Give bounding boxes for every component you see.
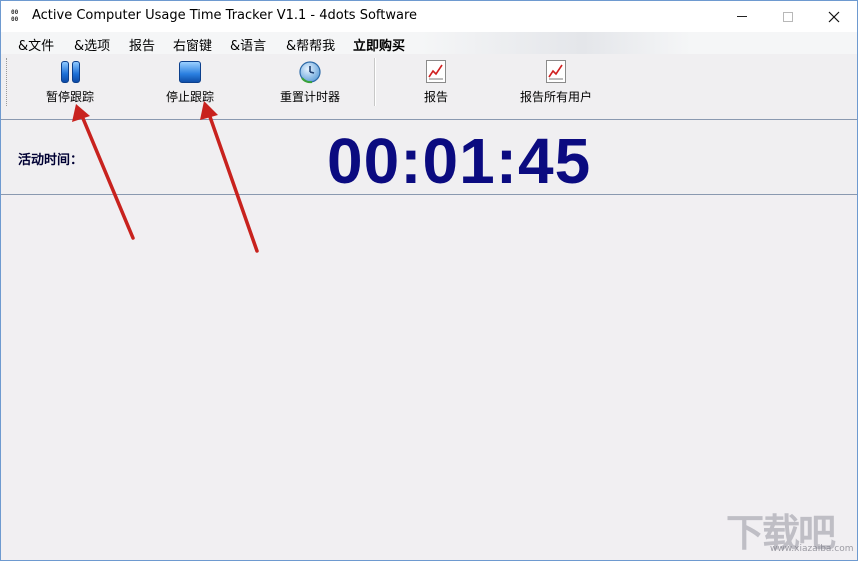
report-all-users-label: 报告所有用户 (519, 90, 592, 104)
toolbar-divider (1, 119, 857, 120)
minimize-icon (737, 16, 747, 17)
report-button[interactable]: 报告 (376, 60, 496, 106)
reset-timer-label: 重置计时器 (279, 90, 340, 104)
window-title: Active Computer Usage Time Tracker V1.1 … (32, 8, 418, 23)
timer-panel: 活动时间： 00:01:45 (1, 121, 857, 197)
menu-file[interactable]: &文件 (18, 35, 54, 54)
report-chart-icon (424, 60, 448, 84)
watermark-logo: 下载吧 www.xiazaiba.com (718, 502, 854, 555)
close-button[interactable] (811, 1, 857, 32)
menu-report[interactable]: 报告 (129, 35, 155, 54)
menu-language[interactable]: &语言 (230, 35, 266, 54)
reset-timer-icon (298, 60, 322, 84)
stop-tracking-label: 停止跟踪 (165, 90, 214, 104)
minimize-button[interactable] (719, 1, 765, 32)
toolbar: 暂停跟踪 停止跟踪 重置计时器 报告 报告所有用户 (1, 54, 857, 118)
report-label: 报告 (423, 90, 448, 104)
active-time-label: 活动时间： (18, 153, 84, 168)
close-icon (828, 11, 840, 22)
pause-icon (58, 60, 82, 84)
menu-help[interactable]: &帮帮我 (286, 35, 335, 54)
maximize-icon (783, 11, 793, 22)
app-icon: 00 00 (11, 9, 19, 23)
stop-icon (178, 60, 202, 84)
reset-timer-button[interactable]: 重置计时器 (250, 60, 370, 106)
report-all-users-button[interactable]: 报告所有用户 (496, 60, 616, 106)
pause-tracking-label: 暂停跟踪 (45, 90, 94, 104)
maximize-button[interactable] (765, 1, 811, 32)
menu-right-click[interactable]: 右窗键 (173, 35, 212, 54)
menu-options[interactable]: &选项 (74, 35, 110, 54)
report-all-chart-icon (544, 60, 568, 84)
title-bar[interactable]: 00 00 Active Computer Usage Time Tracker… (1, 1, 857, 32)
active-time-value: 00:01:45 (327, 125, 592, 197)
menu-bar: &文件 &选项 报告 右窗键 &语言 &帮帮我 立即购买 (1, 32, 857, 54)
menu-buy-now[interactable]: 立即购买 (353, 35, 405, 54)
app-window: 00 00 Active Computer Usage Time Tracker… (0, 0, 858, 561)
toolbar-grip[interactable] (6, 58, 8, 106)
stop-tracking-button[interactable]: 停止跟踪 (130, 60, 250, 106)
watermark-url: www.xiazaiba.com (770, 544, 854, 554)
pause-tracking-button[interactable]: 暂停跟踪 (10, 60, 130, 106)
